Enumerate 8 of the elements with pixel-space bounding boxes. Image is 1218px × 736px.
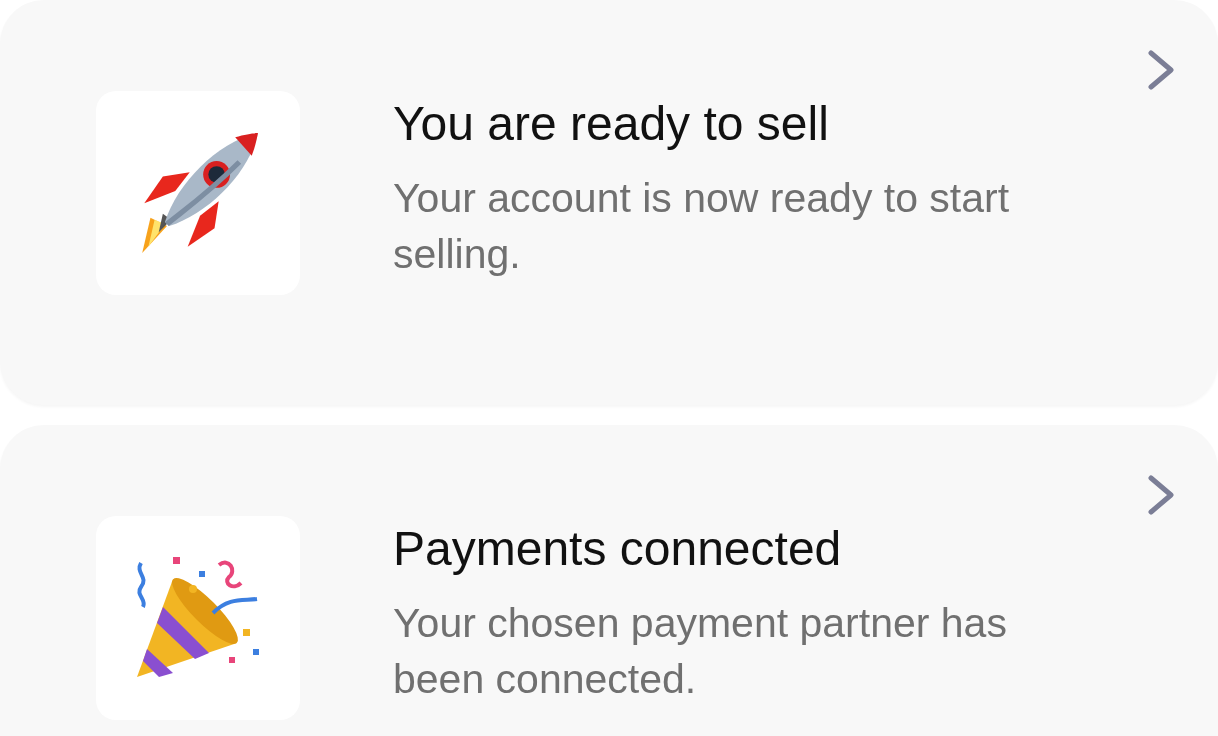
notification-card[interactable]: Payments connected Your chosen payment partner has been connected. [0,425,1218,736]
card-description: Your chosen payment partner has been connected. [393,599,1008,704]
notification-card[interactable]: You are ready to sell Your account is now ready to start selling. [0,0,1218,405]
card-title: You are ready to sell [393,96,830,152]
card-title: Payments connected [393,521,843,577]
chevron-right-icon[interactable] [1146,50,1176,90]
card-description: Your account is now ready to start selling. [393,174,1011,279]
chevron-right-icon[interactable] [1146,475,1176,515]
